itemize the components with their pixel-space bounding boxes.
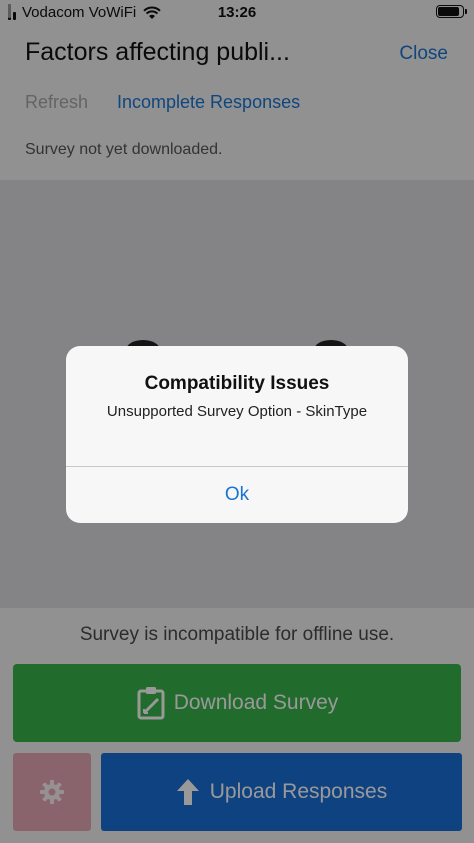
alert-message: Unsupported Survey Option - SkinType bbox=[106, 403, 368, 420]
alert-title: Compatibility Issues bbox=[144, 373, 330, 394]
ok-button[interactable]: Ok bbox=[66, 467, 408, 523]
compatibility-alert: Compatibility Issues Unsupported Survey … bbox=[66, 346, 408, 523]
